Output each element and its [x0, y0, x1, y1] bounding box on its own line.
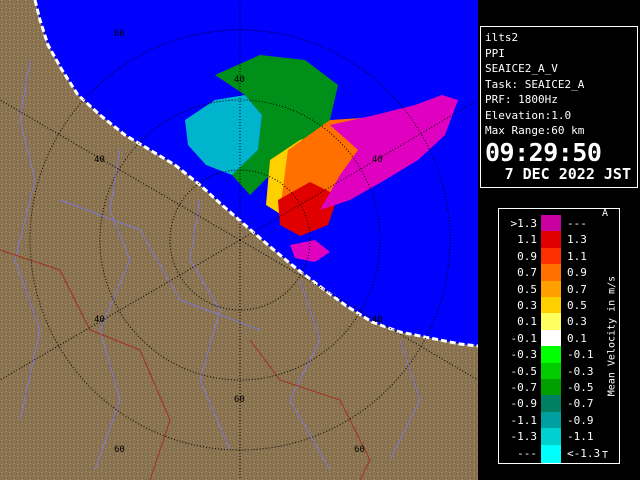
max-range: Max Range:60 km — [485, 124, 585, 137]
range-label: 60 — [114, 445, 125, 455]
site-name: ilts2 — [485, 31, 519, 44]
legend-row: 0.9 1.1 — [505, 247, 601, 266]
legend-row-low: -1.3 — [510, 430, 538, 444]
scan-type: PPI — [485, 46, 505, 60]
legend-row-low: 0.5 — [517, 282, 537, 296]
legend-row: -0.7 -0.5 — [505, 379, 601, 397]
legend-row: -0.9 -0.7 — [505, 395, 601, 414]
legend-swatch — [541, 362, 561, 381]
legend-swatch — [541, 379, 561, 397]
range-label: 40 — [234, 75, 245, 85]
legend-swatch — [541, 346, 561, 365]
legend-marker-bottom: T — [602, 450, 609, 461]
legend-row-high: -0.5 — [567, 381, 594, 394]
legend-row: -0.1 0.1 — [505, 329, 601, 348]
range-label: 40 — [94, 155, 105, 165]
legend-title: Mean Velocity in m/s — [606, 275, 618, 397]
legend-row: -1.3 -1.1 — [505, 428, 601, 447]
legend-row-high: <-1.3 — [567, 446, 601, 460]
legend-swatch — [541, 297, 561, 315]
task: Task: SEAICE2_A — [485, 77, 585, 91]
legend-row-high: 0.3 — [567, 315, 587, 329]
legend-row: -1.1 -0.9 — [505, 411, 601, 430]
legend-row-low: 1.1 — [517, 233, 537, 247]
scan-date: 7 DEC 2022 JST — [504, 164, 631, 183]
scan-info-panel: ilts2 PPI SEAICE2_A_V Task: SEAICE2_A PR… — [480, 26, 638, 188]
legend-row-low: -0.3 — [510, 348, 538, 362]
legend-row: 0.1 0.3 — [505, 313, 601, 332]
legend-row: -0.5 -0.3 — [505, 362, 601, 381]
legend-row-high: 0.5 — [567, 299, 587, 312]
legend-row: 0.5 0.7 — [505, 280, 601, 299]
scan-id: SEAICE2_A_V — [485, 62, 558, 75]
legend-row-low: --- — [517, 446, 537, 460]
legend-row: >1.3 --- — [505, 215, 601, 233]
legend-row: --- <-1.3 — [505, 444, 601, 463]
legend-swatch — [541, 215, 561, 233]
legend-swatch — [541, 444, 561, 463]
legend-swatch — [541, 313, 561, 332]
scan-time: 09:29:50 — [485, 137, 602, 167]
range-label: 60 — [114, 29, 125, 39]
legend-row-high: -0.9 — [567, 413, 594, 427]
legend-swatch — [541, 329, 561, 348]
legend-row-low: -0.5 — [510, 364, 538, 378]
velocity-legend: >1.3 --- 1.1 1.3 0.9 1.1 0.7 0.9 0.5 0.7 0.3 0.5 0.1… — [498, 208, 620, 464]
radar-ppi-map: 60 40 40 40 40 40 60 60 60 — [0, 0, 478, 480]
legend-row-high: -0.7 — [567, 397, 594, 411]
legend-row-low: -0.9 — [510, 397, 538, 411]
legend-row-high: 0.7 — [567, 282, 587, 296]
legend-row-high: -1.1 — [567, 430, 594, 444]
legend-row-high: 1.1 — [567, 249, 587, 263]
legend-row-low: 0.9 — [517, 249, 537, 263]
legend-row-high: -0.1 — [567, 348, 594, 362]
legend-row: 1.1 1.3 — [505, 231, 601, 250]
legend-swatch — [541, 395, 561, 414]
range-label: 40 — [94, 315, 105, 325]
legend-row-low: -0.1 — [510, 331, 538, 345]
legend-row-low: -1.1 — [510, 413, 538, 427]
legend-swatch — [541, 411, 561, 430]
legend-row-low: 0.3 — [517, 299, 537, 312]
legend-row-high: --- — [567, 217, 587, 230]
legend-row-high: -0.3 — [567, 364, 594, 378]
range-label: 60 — [234, 395, 245, 405]
legend-row-high: 0.9 — [567, 266, 587, 280]
legend-row-low: 0.1 — [517, 315, 537, 329]
legend-row: 0.3 0.5 — [505, 297, 601, 315]
legend-swatch — [541, 231, 561, 250]
legend-swatch — [541, 264, 561, 283]
legend-row-low: 0.7 — [517, 266, 537, 280]
range-label: 40 — [372, 315, 383, 325]
legend-row: -0.3 -0.1 — [505, 346, 601, 365]
legend-swatch — [541, 247, 561, 266]
legend-row-high: 0.1 — [567, 331, 587, 345]
prf: PRF: 1800Hz — [485, 93, 558, 106]
legend-unit-label: Mean Velocity in m/s — [606, 214, 618, 458]
range-label: 60 — [354, 445, 365, 455]
legend-swatch — [541, 280, 561, 299]
legend-row-low: -0.7 — [510, 381, 538, 394]
range-label: 40 — [372, 155, 383, 165]
legend-row-low: >1.3 — [510, 217, 538, 230]
legend-row-high: 1.3 — [567, 233, 587, 247]
elevation: Elevation:1.0 — [485, 108, 572, 122]
legend-swatch — [541, 428, 561, 447]
legend-row: 0.7 0.9 — [505, 264, 601, 283]
